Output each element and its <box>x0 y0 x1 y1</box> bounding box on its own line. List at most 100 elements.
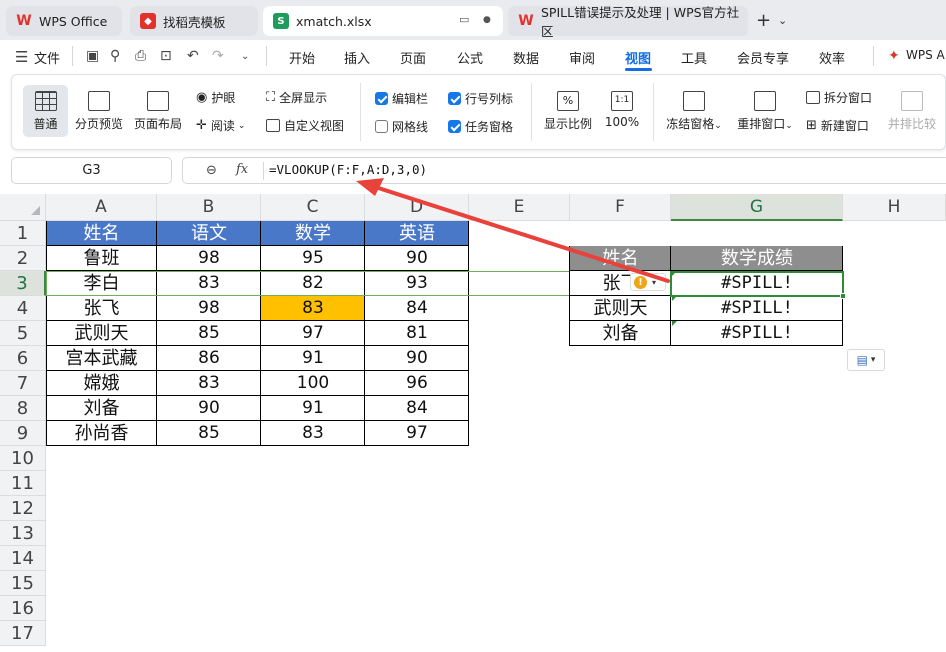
table1-cell[interactable]: 张飞 <box>46 296 157 321</box>
insert-function-icon[interactable]: fx <box>236 162 248 177</box>
gridlines-checkbox[interactable]: 网格线 <box>375 118 428 135</box>
table1-cell[interactable]: 83 <box>261 421 365 446</box>
row-header-14[interactable]: 14 <box>0 546 46 571</box>
menu-insert[interactable]: 插入 <box>344 48 370 67</box>
split-window-button[interactable]: 拆分窗口 <box>806 89 872 106</box>
table1-cell[interactable]: 96 <box>365 371 469 396</box>
table1-cell[interactable]: 84 <box>365 296 469 321</box>
table1-header-cell[interactable]: 姓名 <box>46 221 157 246</box>
column-header-d[interactable]: D <box>365 194 469 221</box>
row-header-10[interactable]: 10 <box>0 446 46 471</box>
table1-cell[interactable]: 98 <box>157 296 261 321</box>
tab-xmatch-xlsx[interactable]: S xmatch.xlsx ▭ ● <box>263 6 503 36</box>
row-header-16[interactable]: 16 <box>0 596 46 621</box>
table1-cell[interactable]: 91 <box>261 396 365 421</box>
column-header-b[interactable]: B <box>157 194 261 221</box>
table1-cell[interactable]: 宫本武藏 <box>46 346 157 371</box>
spill-error-cell[interactable]: #SPILL! <box>671 296 843 321</box>
normal-view-button[interactable]: 普通 <box>23 85 68 137</box>
row-header-4[interactable]: 4 <box>0 296 46 321</box>
row-header-17[interactable]: 17 <box>0 621 46 646</box>
table1-cell[interactable]: 武则天 <box>46 321 157 346</box>
zoom-button[interactable]: % 显示比例 <box>542 85 594 137</box>
table1-cell[interactable]: 84 <box>365 396 469 421</box>
row-header-1[interactable]: 1 <box>0 221 46 246</box>
row-header-13[interactable]: 13 <box>0 521 46 546</box>
row-header-8[interactable]: 8 <box>0 396 46 421</box>
table1-cell[interactable]: 86 <box>157 346 261 371</box>
share-icon[interactable]: ⚲ <box>110 48 120 64</box>
table1-cell[interactable]: 91 <box>261 346 365 371</box>
quick-access-chevron-icon[interactable]: ⌄ <box>241 51 249 62</box>
formula-input[interactable]: ⊖ fx =VLOOKUP(F:F,A:D,3,0) <box>182 157 946 184</box>
eye-care-button[interactable]: ◉ 护眼 <box>196 89 235 106</box>
table1-cell[interactable]: 97 <box>365 421 469 446</box>
error-options-button[interactable]: ! ▾ <box>630 273 666 291</box>
menu-home[interactable]: 开始 <box>289 48 315 67</box>
task-pane-checkbox[interactable]: 任务窗格 <box>448 118 513 135</box>
table2-name-cell[interactable]: 刘备 <box>570 321 671 346</box>
select-all-corner[interactable] <box>0 194 46 221</box>
row-header-12[interactable]: 12 <box>0 496 46 521</box>
table2-header-cell[interactable]: 数学成绩 <box>671 246 843 271</box>
menu-view[interactable]: 视图 <box>625 48 651 67</box>
table1-cell[interactable]: 孙尚香 <box>46 421 157 446</box>
row-header-7[interactable]: 7 <box>0 371 46 396</box>
table2-name-cell[interactable]: 武则天 <box>570 296 671 321</box>
column-header-f[interactable]: F <box>570 194 671 221</box>
headings-checkbox[interactable]: 行号列标 <box>448 90 513 107</box>
arrange-windows-button[interactable]: 重排窗口⌄ <box>734 85 796 137</box>
table1-cell[interactable]: 95 <box>261 246 365 271</box>
new-window-button[interactable]: ⊞ 新建窗口 <box>806 117 869 134</box>
menu-formulas[interactable]: 公式 <box>457 48 483 67</box>
row-header-15[interactable]: 15 <box>0 571 46 596</box>
menu-data[interactable]: 数据 <box>513 48 539 67</box>
table1-cell[interactable]: 83 <box>261 296 365 321</box>
table1-cell[interactable]: 90 <box>157 396 261 421</box>
table1-cell[interactable]: 85 <box>157 421 261 446</box>
full-screen-button[interactable]: ⛶ 全屏显示 <box>266 89 327 106</box>
page-layout-button[interactable]: 页面布局 <box>132 85 184 137</box>
row-header-2[interactable]: 2 <box>0 246 46 271</box>
tab-list-chevron-icon[interactable]: ⌄ <box>778 14 787 27</box>
reading-mode-button[interactable]: ✛ 阅读 ⌄ <box>196 117 245 134</box>
table1-cell[interactable]: 81 <box>365 321 469 346</box>
zoom-100-button[interactable]: 1:1 100% <box>601 85 643 137</box>
menu-review[interactable]: 审阅 <box>569 48 595 67</box>
window-mode-icon[interactable]: ▭ <box>459 13 469 26</box>
print-icon[interactable]: ⎙ <box>135 48 146 64</box>
menu-file[interactable]: 文件 <box>34 48 60 67</box>
paste-options-button[interactable]: ▤ ▾ <box>847 349 885 371</box>
print-preview-icon[interactable]: ⊡ <box>160 48 172 64</box>
tab-wps-office[interactable]: W WPS Office <box>6 6 122 36</box>
table1-cell[interactable]: 97 <box>261 321 365 346</box>
tab-docer-templates[interactable]: ◆ 找稻壳模板 <box>130 6 258 36</box>
table1-cell[interactable]: 90 <box>365 346 469 371</box>
fill-handle[interactable] <box>840 293 846 299</box>
table1-cell[interactable]: 85 <box>157 321 261 346</box>
table1-cell[interactable]: 鲁班 <box>46 246 157 271</box>
table1-header-cell[interactable]: 语文 <box>157 221 261 246</box>
spreadsheet-grid[interactable]: A B C D E F G H 1 2 3 4 5 6 7 8 9 10 11 12 13 14 15 16 17 姓名 语文 数学英… <box>0 194 946 652</box>
table1-cell[interactable]: 98 <box>157 246 261 271</box>
name-box[interactable]: G3 <box>11 157 172 184</box>
formula-bar-checkbox[interactable]: 编辑栏 <box>375 90 428 107</box>
table1-header-cell[interactable]: 英语 <box>365 221 469 246</box>
menu-wps-ai[interactable]: WPS A <box>906 48 945 62</box>
custom-view-button[interactable]: 自定义视图 <box>266 117 344 134</box>
zoom-search-icon[interactable]: ⊖ <box>206 163 217 178</box>
menu-tools[interactable]: 工具 <box>681 48 707 67</box>
menu-member[interactable]: 会员专享 <box>737 48 789 67</box>
table1-cell[interactable]: 100 <box>261 371 365 396</box>
hamburger-menu-icon[interactable]: ☰ <box>15 48 28 66</box>
row-header-9[interactable]: 9 <box>0 421 46 446</box>
redo-icon[interactable]: ↷ <box>212 48 224 64</box>
column-header-g[interactable]: G <box>671 194 843 221</box>
table1-cell[interactable]: 90 <box>365 246 469 271</box>
menu-page[interactable]: 页面 <box>400 48 426 67</box>
table1-cell[interactable]: 刘备 <box>46 396 157 421</box>
tab-spill-community[interactable]: W SPILL错误提示及处理 | WPS官方社区 <box>508 5 748 39</box>
column-header-h[interactable]: H <box>843 194 946 221</box>
column-header-a[interactable]: A <box>46 194 157 221</box>
table1-header-cell[interactable]: 数学 <box>261 221 365 246</box>
